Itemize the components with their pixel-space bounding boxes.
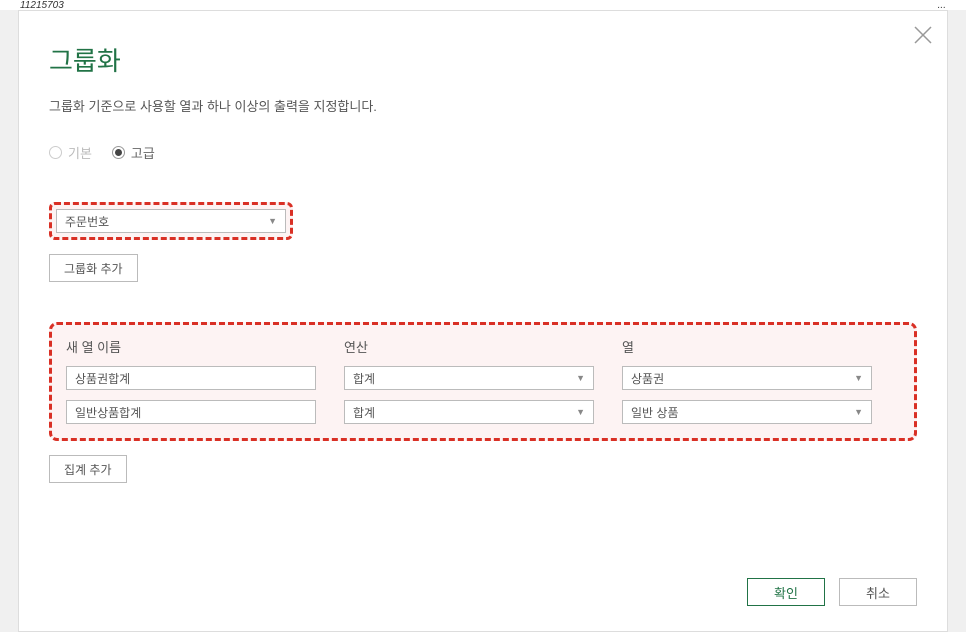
col-header-op: 연산 xyxy=(344,337,594,356)
dialog-title: 그룹화 xyxy=(49,41,917,78)
ok-button[interactable]: 확인 xyxy=(747,578,825,606)
radio-basic[interactable]: 기본 xyxy=(49,143,92,162)
mode-radio-group: 기본 고급 xyxy=(49,143,917,162)
add-aggregation-button[interactable]: 집계 추가 xyxy=(49,455,127,483)
agg-name-input[interactable] xyxy=(66,400,316,424)
highlight-aggregations: 새 열 이름 연산 열 합계 ▼ 상품권 ▼ 합계 ▼ 일반 상품 ▼ xyxy=(49,322,917,441)
agg-op-dropdown[interactable]: 합계 ▼ xyxy=(344,366,594,390)
chevron-down-icon: ▼ xyxy=(268,216,277,226)
agg-op-dropdown[interactable]: 합계 ▼ xyxy=(344,400,594,424)
groupby-selected: 주문번호 xyxy=(65,213,109,230)
dialog-footer: 확인 취소 xyxy=(747,578,917,606)
header-right: ... xyxy=(938,0,946,10)
chevron-down-icon: ▼ xyxy=(854,407,863,417)
highlight-groupby: 주문번호 ▼ xyxy=(49,202,293,240)
radio-basic-label: 기본 xyxy=(68,143,92,162)
groupby-dialog: 그룹화 그룹화 기준으로 사용할 열과 하나 이상의 출력을 지정합니다. 기본… xyxy=(18,10,948,632)
chevron-down-icon: ▼ xyxy=(576,407,585,417)
header-strip: 11215703 ... xyxy=(0,0,966,10)
close-icon[interactable] xyxy=(911,23,935,47)
radio-circle-icon xyxy=(112,146,125,159)
agg-op-value: 합계 xyxy=(353,404,375,421)
radio-circle-icon xyxy=(49,146,62,159)
header-left: 11215703 xyxy=(20,0,64,10)
agg-col-dropdown[interactable]: 상품권 ▼ xyxy=(622,366,872,390)
col-header-col: 열 xyxy=(622,337,872,356)
radio-advanced[interactable]: 고급 xyxy=(112,143,155,162)
agg-col-value: 상품권 xyxy=(631,370,664,387)
agg-op-value: 합계 xyxy=(353,370,375,387)
add-groupby-button[interactable]: 그룹화 추가 xyxy=(49,254,138,282)
agg-name-input[interactable] xyxy=(66,366,316,390)
aggregation-grid: 새 열 이름 연산 열 합계 ▼ 상품권 ▼ 합계 ▼ 일반 상품 ▼ xyxy=(66,337,900,424)
radio-advanced-label: 고급 xyxy=(131,143,155,162)
cancel-button[interactable]: 취소 xyxy=(839,578,917,606)
groupby-column-dropdown[interactable]: 주문번호 ▼ xyxy=(56,209,286,233)
agg-col-value: 일반 상품 xyxy=(631,404,679,421)
chevron-down-icon: ▼ xyxy=(576,373,585,383)
dialog-subtitle: 그룹화 기준으로 사용할 열과 하나 이상의 출력을 지정합니다. xyxy=(49,96,917,115)
col-header-newname: 새 열 이름 xyxy=(66,337,316,356)
chevron-down-icon: ▼ xyxy=(854,373,863,383)
agg-col-dropdown[interactable]: 일반 상품 ▼ xyxy=(622,400,872,424)
